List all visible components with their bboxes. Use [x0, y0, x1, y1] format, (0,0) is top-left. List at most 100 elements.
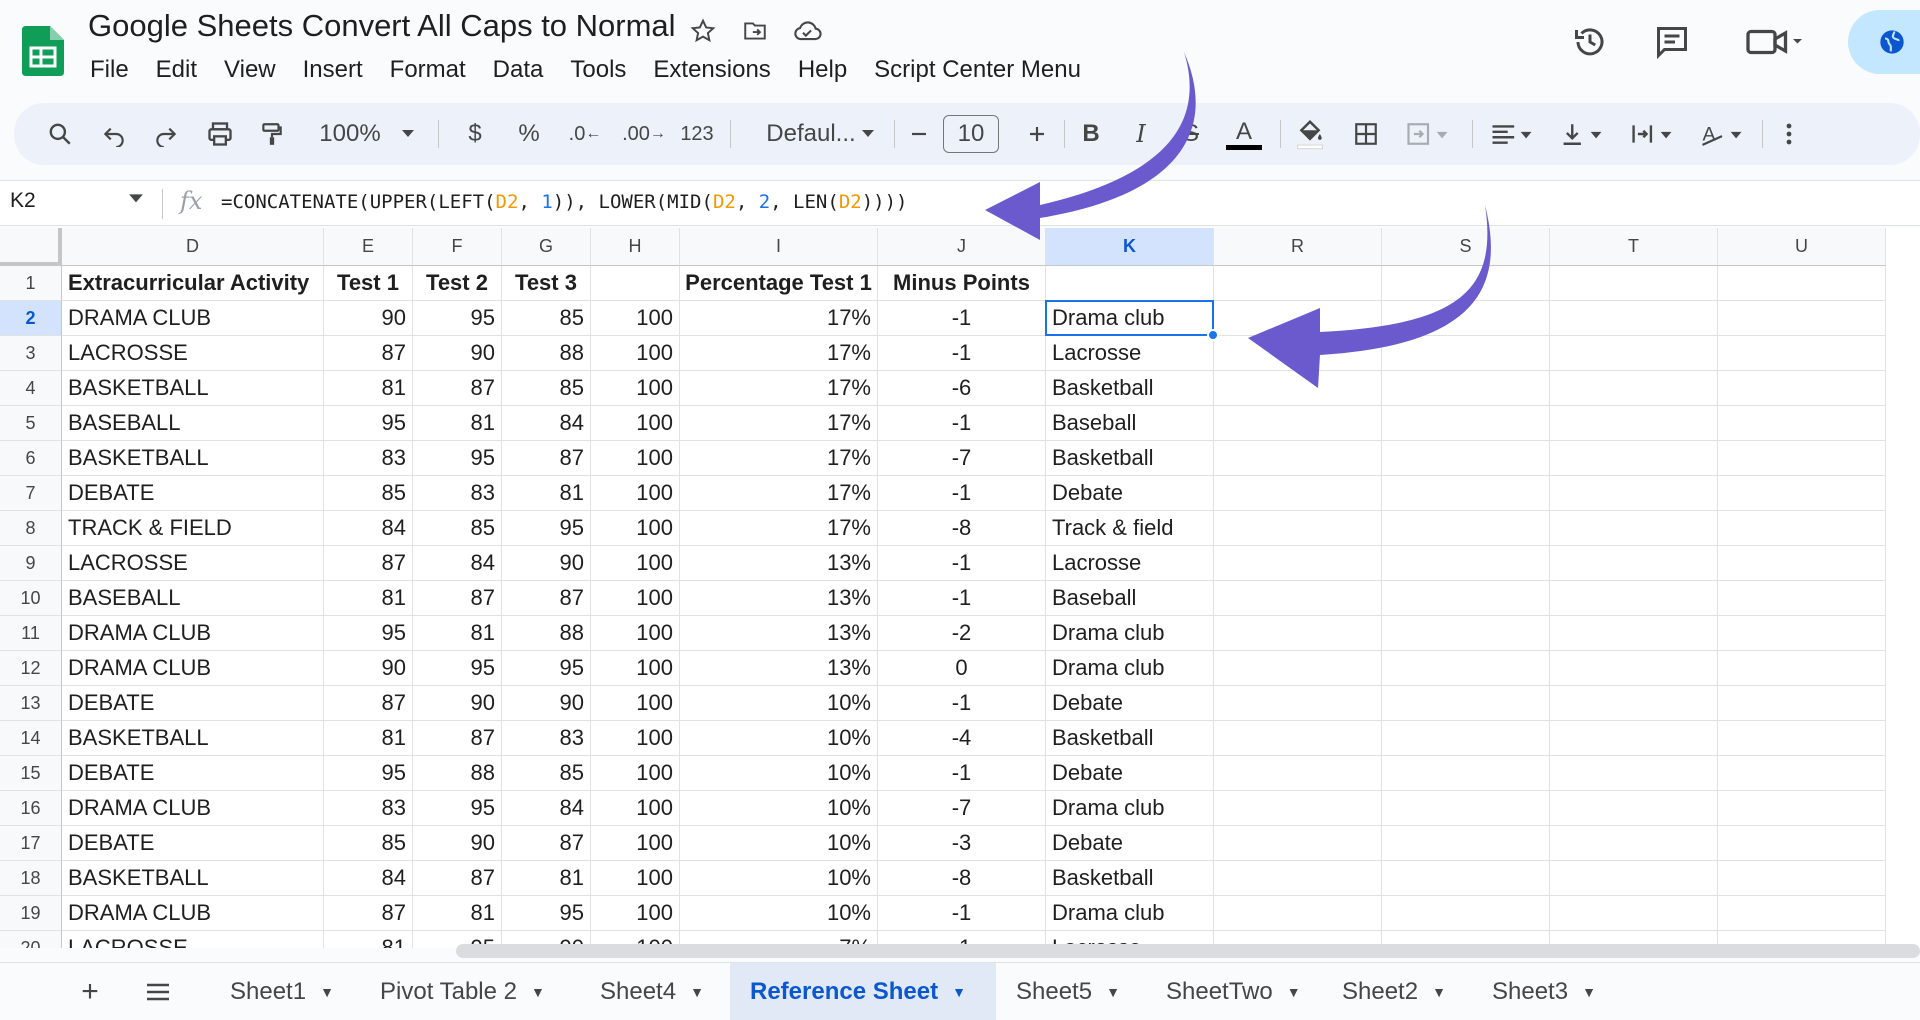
table-cell[interactable]: -1 [878, 406, 1046, 441]
table-cell[interactable]: 17% [680, 511, 878, 546]
table-cell[interactable]: 17% [680, 406, 878, 441]
table-cell[interactable]: -1 [878, 336, 1046, 371]
document-title[interactable]: Google Sheets Convert All Caps to Normal [88, 8, 676, 44]
table-cell[interactable] [1718, 616, 1886, 651]
table-cell[interactable] [1382, 441, 1550, 476]
row-header-11[interactable]: 11 [0, 616, 62, 651]
table-cell[interactable] [1550, 651, 1718, 686]
zoom-select[interactable]: 100% [310, 103, 390, 165]
table-cell[interactable]: -1 [878, 581, 1046, 616]
table-cell[interactable]: DRAMA CLUB [62, 616, 324, 651]
table-cell[interactable] [1214, 406, 1382, 441]
table-cell[interactable]: 95 [413, 791, 502, 826]
table-cell[interactable] [1718, 406, 1886, 441]
table-cell[interactable]: DRAMA CLUB [62, 896, 324, 931]
table-cell[interactable] [1214, 686, 1382, 721]
decrease-font-size-icon[interactable] [904, 103, 934, 165]
table-cell[interactable]: 10% [680, 791, 878, 826]
menu-format[interactable]: Format [390, 56, 466, 84]
add-sheet-button[interactable]: + [72, 963, 108, 1020]
sheet-tab-sheet4[interactable]: Sheet4 ▼ [580, 963, 730, 1020]
header-cell[interactable] [1214, 266, 1382, 301]
table-cell[interactable]: 100 [591, 861, 680, 896]
table-cell[interactable]: 17% [680, 476, 878, 511]
table-cell[interactable] [1550, 861, 1718, 896]
table-cell[interactable]: 87 [502, 581, 591, 616]
table-cell[interactable] [1382, 546, 1550, 581]
name-box[interactable]: K2 [10, 189, 36, 213]
header-cell[interactable] [1382, 266, 1550, 301]
table-cell[interactable] [1550, 756, 1718, 791]
table-cell[interactable] [1214, 616, 1382, 651]
all-sheets-icon[interactable] [140, 963, 176, 1020]
table-cell[interactable]: 81 [413, 896, 502, 931]
row-header-8[interactable]: 8 [0, 511, 62, 546]
header-cell[interactable]: Extracurricular Activity [62, 266, 324, 301]
table-cell[interactable]: -8 [878, 511, 1046, 546]
row-header-15[interactable]: 15 [0, 756, 62, 791]
table-cell[interactable]: 87 [324, 546, 413, 581]
comments-icon[interactable] [1648, 18, 1696, 66]
table-cell[interactable] [1550, 581, 1718, 616]
table-cell[interactable] [1718, 546, 1886, 581]
table-cell[interactable] [1550, 476, 1718, 511]
table-cell[interactable]: 84 [502, 406, 591, 441]
table-cell[interactable]: 85 [502, 301, 591, 336]
table-cell[interactable] [1382, 791, 1550, 826]
table-cell[interactable]: 100 [591, 581, 680, 616]
table-cell[interactable]: 87 [502, 826, 591, 861]
spreadsheet-grid[interactable]: D E F G H I J K R S T U 1 Extracurricular Activity Tes… [0, 228, 1920, 948]
increase-decimal-button[interactable]: .00 → [618, 103, 670, 165]
table-cell[interactable]: -1 [878, 476, 1046, 511]
table-cell[interactable]: 100 [591, 336, 680, 371]
table-cell[interactable]: BASEBALL [62, 406, 324, 441]
table-cell[interactable]: 83 [413, 476, 502, 511]
table-cell[interactable]: 90 [413, 686, 502, 721]
table-cell[interactable]: 90 [324, 651, 413, 686]
horizontal-scrollbar[interactable] [456, 944, 1920, 958]
text-rotation-icon[interactable]: A [1694, 103, 1750, 165]
column-header-e[interactable]: E [324, 228, 413, 266]
column-header-g[interactable]: G [502, 228, 591, 266]
bold-button[interactable]: B [1074, 103, 1108, 165]
table-cell[interactable]: 90 [413, 336, 502, 371]
table-cell[interactable]: 100 [591, 616, 680, 651]
more-options-icon[interactable] [1774, 103, 1804, 165]
table-cell[interactable] [1718, 721, 1886, 756]
table-cell[interactable]: -1 [878, 546, 1046, 581]
sheet-tab-reference-sheet[interactable]: Reference Sheet ▼ [730, 963, 996, 1020]
table-cell[interactable]: LACROSSE [62, 931, 324, 948]
table-cell[interactable]: BASKETBALL [62, 721, 324, 756]
table-cell[interactable] [1214, 441, 1382, 476]
menu-file[interactable]: File [90, 56, 129, 84]
sheet-tab-pivot-table-2[interactable]: Pivot Table 2 ▼ [360, 963, 580, 1020]
table-cell[interactable] [1382, 721, 1550, 756]
move-folder-icon[interactable] [738, 14, 772, 48]
table-cell[interactable]: 85 [324, 826, 413, 861]
table-cell[interactable]: 100 [591, 371, 680, 406]
redo-icon[interactable] [148, 103, 184, 165]
table-cell[interactable]: 87 [502, 441, 591, 476]
table-cell[interactable]: 10% [680, 826, 878, 861]
text-wrapping-icon[interactable] [1624, 103, 1680, 165]
table-cell[interactable] [1718, 371, 1886, 406]
table-cell[interactable]: TRACK & FIELD [62, 511, 324, 546]
table-cell[interactable]: BASEBALL [62, 581, 324, 616]
menu-help[interactable]: Help [798, 56, 847, 84]
table-cell[interactable]: 13% [680, 651, 878, 686]
header-cell[interactable] [1718, 266, 1886, 301]
table-cell[interactable]: 100 [591, 896, 680, 931]
table-cell[interactable] [1718, 896, 1886, 931]
table-cell[interactable] [1550, 616, 1718, 651]
table-cell[interactable]: 100 [591, 511, 680, 546]
name-box-caret-icon[interactable] [128, 193, 144, 205]
table-cell[interactable]: 95 [324, 406, 413, 441]
strikethrough-button[interactable]: S [1174, 103, 1208, 165]
font-size-input[interactable]: 10 [943, 115, 999, 153]
paint-format-icon[interactable] [254, 103, 290, 165]
table-cell[interactable]: DRAMA CLUB [62, 651, 324, 686]
formula-input[interactable]: =CONCATENATE(UPPER(LEFT(D2, 1)), LOWER(M… [221, 191, 907, 213]
table-cell[interactable] [1382, 336, 1550, 371]
table-cell[interactable]: 10% [680, 861, 878, 896]
table-cell[interactable]: Basketball [1046, 861, 1214, 896]
